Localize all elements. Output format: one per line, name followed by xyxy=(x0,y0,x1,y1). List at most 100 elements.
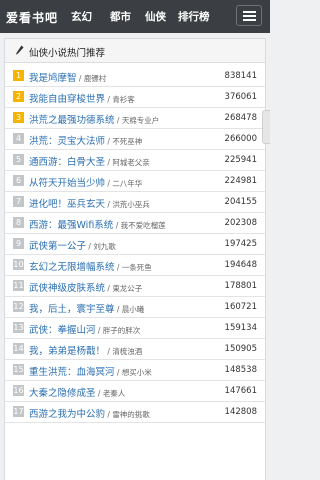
hot-books-panel: 仙侠小说热门推荐 1 我是鸠摩智 / 鹿镖村 838141 2 我能自由穿梭世界 / 青… xyxy=(4,38,266,480)
rank-badge: 10 xyxy=(13,259,24,270)
book-title-link[interactable]: 从符天开始当少帅 / 二八年华 xyxy=(29,175,142,189)
hamburger-menu-icon[interactable] xyxy=(236,5,262,26)
book-row[interactable]: 6 从符天开始当少帅 / 二八年华 224981 xyxy=(5,171,265,192)
rank-badge: 12 xyxy=(13,301,24,312)
top-navbar: 爱看书吧 玄幻 都市 仙侠 排行榜 xyxy=(0,0,270,33)
nav-ranking[interactable]: 排行榜 xyxy=(178,9,210,24)
book-title[interactable]: 西游之我为中公豹 xyxy=(29,409,105,420)
book-title[interactable]: 从符天开始当少帅 xyxy=(29,178,105,189)
rank-badge: 5 xyxy=(13,154,24,165)
book-title-link[interactable]: 我是鸠摩智 / 鹿镖村 xyxy=(29,70,106,84)
side-scroll-handle[interactable] xyxy=(262,110,270,144)
read-count: 202308 xyxy=(224,218,257,228)
book-author: 洪荒小巫兵 xyxy=(112,200,150,209)
read-count: 159134 xyxy=(224,323,257,333)
panel-header: 仙侠小说热门推荐 xyxy=(5,39,265,63)
nav-dushi[interactable]: 都市 xyxy=(110,9,131,24)
pen-icon xyxy=(15,45,24,55)
book-row[interactable]: 13 武侠：拳握山河 / 胖子的胖次 159134 xyxy=(5,318,265,339)
read-count: 225941 xyxy=(224,155,257,165)
book-title-link[interactable]: 西游：最强Wifi系统 / 我不爱吃榴莲 xyxy=(29,217,166,231)
book-row[interactable]: 14 我，弟弟是杨戬！ / 清梳浊酒 150905 xyxy=(5,339,265,360)
rank-badge: 4 xyxy=(13,133,24,144)
title-separator: / xyxy=(114,263,122,272)
book-title[interactable]: 洪荒：灵宝大法师 xyxy=(29,136,105,147)
title-separator: / xyxy=(95,389,103,398)
book-title[interactable]: 武侠第一公子 xyxy=(29,241,86,252)
book-title[interactable]: 我，弟弟是杨戬！ xyxy=(29,346,105,357)
rank-badge: 13 xyxy=(13,322,24,333)
book-title[interactable]: 我能自由穿梭世界 xyxy=(29,94,105,105)
read-count: 178801 xyxy=(224,281,257,291)
book-author: 想买小米 xyxy=(121,368,152,377)
title-separator: / xyxy=(114,116,122,125)
read-count: 197425 xyxy=(224,239,257,249)
book-title-link[interactable]: 进化吧！巫兵玄天 / 洪荒小巫兵 xyxy=(29,196,150,210)
read-count: 268478 xyxy=(224,113,257,123)
book-row[interactable]: 3 洪荒之最强功德系统 / 天棉专业户 268478 xyxy=(5,108,265,129)
book-title-link[interactable]: 玄幻之无限增幅系统 / 一条死鱼 xyxy=(29,259,152,273)
read-count: 142808 xyxy=(224,407,257,417)
book-title[interactable]: 进化吧！巫兵玄天 xyxy=(29,199,105,210)
book-title[interactable]: 重生洪荒：血海冥河 xyxy=(29,367,115,378)
rank-badge: 2 xyxy=(13,91,24,102)
book-row[interactable]: 12 我，后土，寰宇至尊 / 晨小曦 160721 xyxy=(5,297,265,318)
book-row[interactable]: 5 通西游：白骨大圣 / 阿城老父亲 225941 xyxy=(5,150,265,171)
book-title[interactable]: 武侠神级皮肤系统 xyxy=(29,283,105,294)
book-title-link[interactable]: 我能自由穿梭世界 / 青衫客 xyxy=(29,91,135,105)
rank-badge: 1 xyxy=(13,70,24,81)
book-title-link[interactable]: 大秦之隐修成圣 / 老秦人 xyxy=(29,385,125,399)
book-title-link[interactable]: 武侠：拳握山河 / 胖子的胖次 xyxy=(29,322,140,336)
book-row[interactable]: 4 洪荒：灵宝大法师 / 不死巫神 266000 xyxy=(5,129,265,150)
book-author: 雷神的挑歌 xyxy=(112,410,150,419)
book-author: 天棉专业户 xyxy=(121,116,160,125)
book-row[interactable]: 9 武侠第一公子 / 刘九歌 197425 xyxy=(5,234,265,255)
rank-badge: 16 xyxy=(13,385,24,396)
book-title[interactable]: 洪荒之最强功德系统 xyxy=(29,115,115,126)
book-row[interactable]: 16 大秦之隐修成圣 / 老秦人 147661 xyxy=(5,381,265,402)
nav-xuanhuan[interactable]: 玄幻 xyxy=(71,9,92,24)
book-title-link[interactable]: 我，弟弟是杨戬！ / 清梳浊酒 xyxy=(29,343,142,357)
title-separator: / xyxy=(113,221,121,230)
read-count: 838141 xyxy=(224,71,257,81)
book-row[interactable]: 15 重生洪荒：血海冥河 / 想买小米 148538 xyxy=(5,360,265,381)
book-title-link[interactable]: 西游之我为中公豹 / 雷神的挑歌 xyxy=(29,406,150,420)
book-row[interactable]: 2 我能自由穿梭世界 / 青衫客 376061 xyxy=(5,87,265,108)
book-row[interactable]: 11 武侠神级皮肤系统 / 東龙公子 178801 xyxy=(5,276,265,297)
rank-badge: 9 xyxy=(13,238,24,249)
site-logo[interactable]: 爱看书吧 xyxy=(6,9,58,26)
book-title-link[interactable]: 重生洪荒：血海冥河 / 想买小米 xyxy=(29,364,152,378)
book-title[interactable]: 武侠：拳握山河 xyxy=(29,325,96,336)
book-title-link[interactable]: 通西游：白骨大圣 / 阿城老父亲 xyxy=(29,154,150,168)
book-title[interactable]: 玄幻之无限增幅系统 xyxy=(29,262,115,273)
book-title-link[interactable]: 武侠第一公子 / 刘九歌 xyxy=(29,238,116,252)
book-title-link[interactable]: 我，后土，寰宇至尊 / 晨小曦 xyxy=(29,301,144,315)
book-title[interactable]: 大秦之隐修成圣 xyxy=(29,388,96,399)
book-row[interactable]: 10 玄幻之无限增幅系统 / 一条死鱼 194648 xyxy=(5,255,265,276)
book-author: 老秦人 xyxy=(102,389,126,398)
book-title[interactable]: 西游：最强Wifi系统 xyxy=(29,220,113,231)
rank-badge: 8 xyxy=(13,217,24,228)
read-count: 376061 xyxy=(224,92,257,102)
read-count: 160721 xyxy=(224,302,257,312)
book-author: 青衫客 xyxy=(112,95,135,104)
read-count: 147661 xyxy=(224,386,257,396)
nav-xianxia[interactable]: 仙侠 xyxy=(145,9,166,24)
book-row[interactable]: 8 西游：最强Wifi系统 / 我不爱吃榴莲 202308 xyxy=(5,213,265,234)
book-row[interactable]: 7 进化吧！巫兵玄天 / 洪荒小巫兵 204155 xyxy=(5,192,265,213)
rank-badge: 17 xyxy=(13,406,24,417)
book-row[interactable]: 1 我是鸠摩智 / 鹿镖村 838141 xyxy=(5,66,265,87)
book-title[interactable]: 我是鸠摩智 xyxy=(29,73,77,84)
rank-badge: 11 xyxy=(13,280,24,291)
book-title[interactable]: 我，后土，寰宇至尊 xyxy=(29,304,115,315)
book-author: 刘九歌 xyxy=(93,242,116,251)
book-title-link[interactable]: 洪荒之最强功德系统 / 天棉专业户 xyxy=(29,112,159,126)
book-title-link[interactable]: 洪荒：灵宝大法师 / 不死巫神 xyxy=(29,133,142,147)
book-author: 晨小曦 xyxy=(121,305,145,314)
read-count: 150905 xyxy=(224,344,257,354)
book-list: 1 我是鸠摩智 / 鹿镖村 838141 2 我能自由穿梭世界 / 青衫客 376061 3… xyxy=(5,66,265,423)
book-title[interactable]: 通西游：白骨大圣 xyxy=(29,157,105,168)
book-row[interactable]: 17 西游之我为中公豹 / 雷神的挑歌 142808 xyxy=(5,402,265,423)
rank-badge: 14 xyxy=(13,343,24,354)
book-title-link[interactable]: 武侠神级皮肤系统 / 東龙公子 xyxy=(29,280,142,294)
